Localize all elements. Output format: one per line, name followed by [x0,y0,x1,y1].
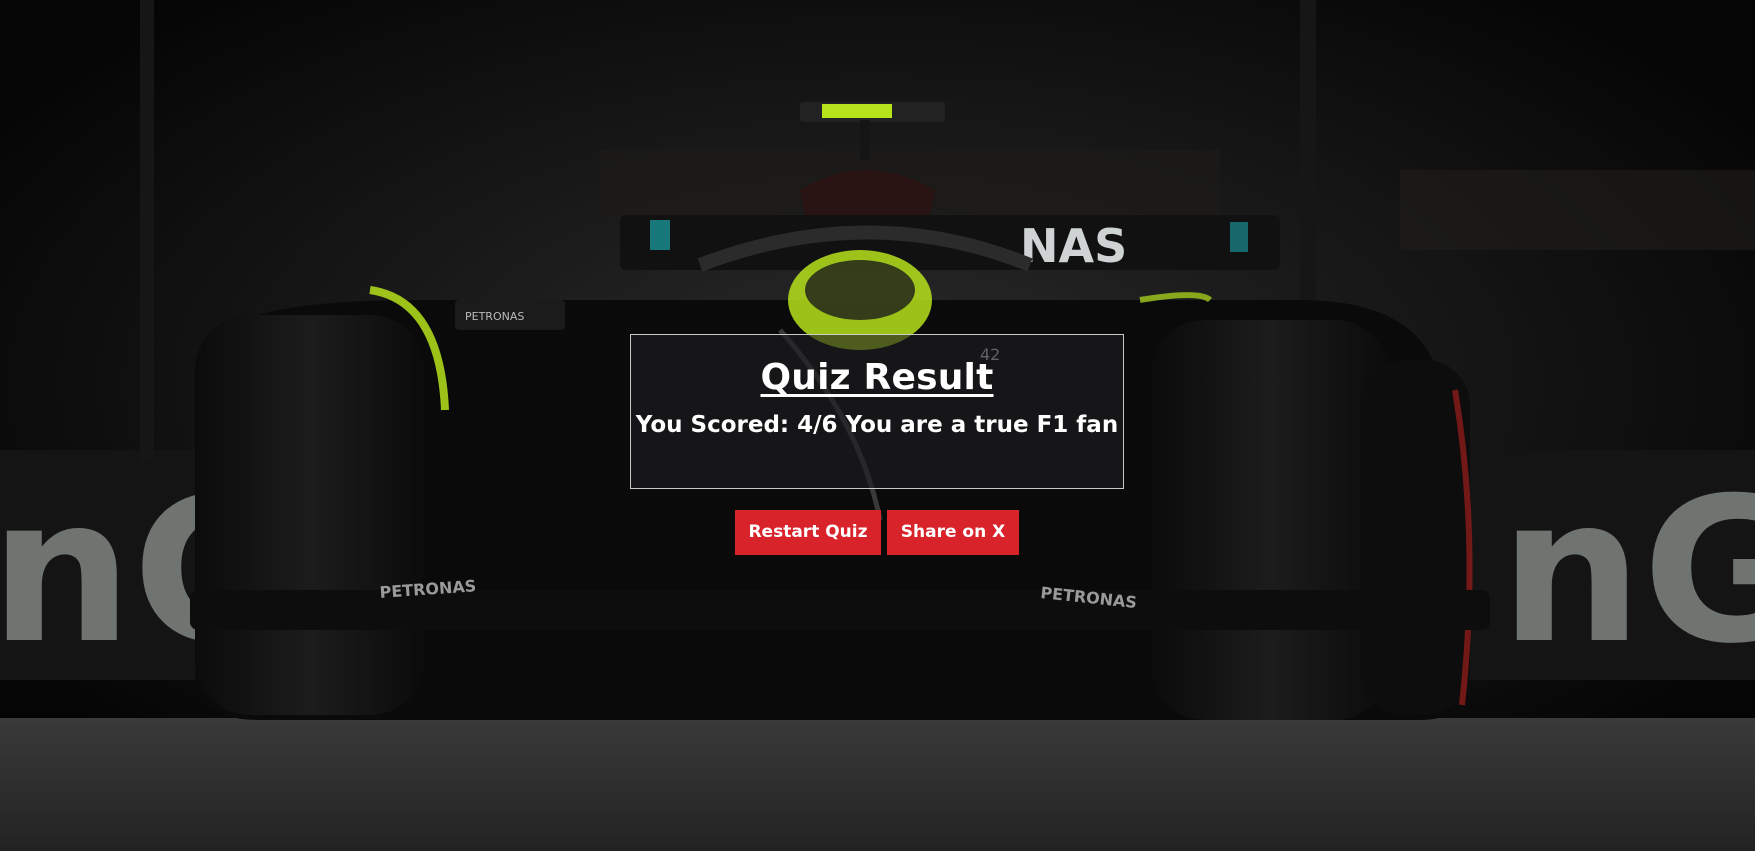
quiz-result-panel: Quiz Result You Scored: 4/6 You are a tr… [630,334,1124,489]
restart-quiz-button[interactable]: Restart Quiz [735,510,881,555]
result-actions: Restart Quiz Share on X [735,510,1019,555]
sponsor-text-right: nG [1500,455,1755,688]
car-text-petronas-mirror: PETRONAS [465,310,524,323]
share-on-x-button[interactable]: Share on X [887,510,1019,555]
result-score-text: You Scored: 4/6 You are a true F1 fan [635,412,1119,438]
result-title: Quiz Result [760,357,994,398]
car-text-nas: NAS [1020,219,1127,273]
